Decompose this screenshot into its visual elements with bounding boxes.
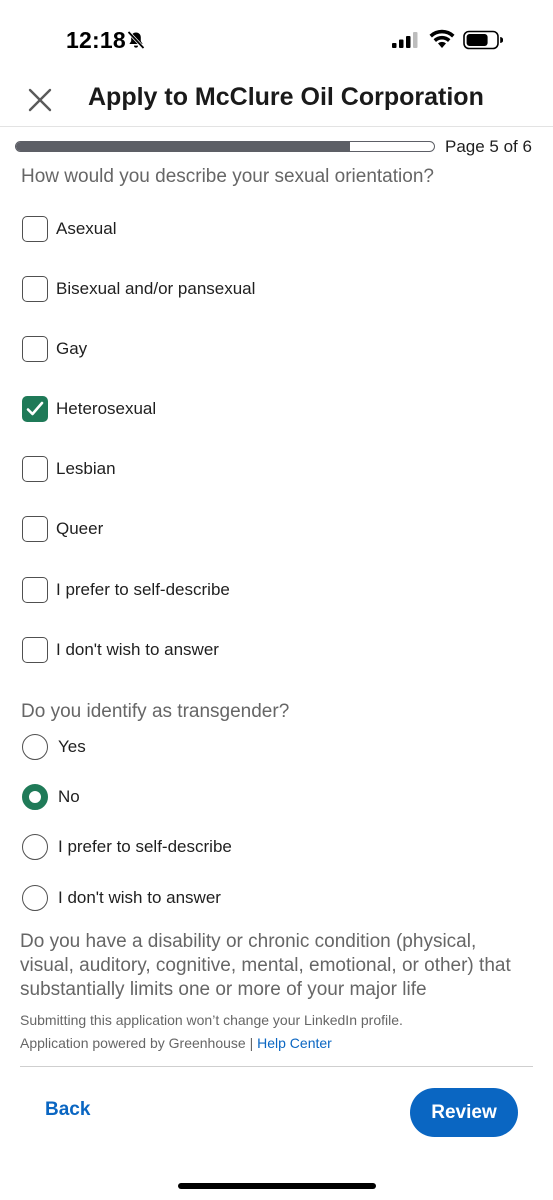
checkbox-option-no-answer[interactable]: I don't wish to answer — [22, 636, 219, 664]
back-button[interactable]: Back — [45, 1099, 90, 1121]
checkbox-checked[interactable] — [22, 396, 48, 422]
checkbox[interactable] — [22, 276, 48, 302]
checkbox-option-self-describe[interactable]: I prefer to self-describe — [22, 576, 230, 604]
checkbox[interactable] — [22, 516, 48, 542]
page-title: Apply to McClure Oil Corporation — [88, 83, 484, 111]
radio-option-yes[interactable]: Yes — [22, 733, 86, 761]
status-time: 12:18 — [66, 27, 126, 53]
bell-muted-icon — [127, 30, 145, 50]
header: Apply to McClure Oil Corporation — [0, 72, 553, 127]
checkbox-option-lesbian[interactable]: Lesbian — [22, 455, 116, 483]
checkbox-label: Gay — [56, 339, 88, 358]
checkbox-label: Queer — [56, 519, 104, 538]
radio-label: No — [58, 787, 80, 806]
powered-by-note: Application powered by Greenhouse | Help… — [20, 1035, 332, 1051]
profile-note: Submitting this application won’t change… — [20, 1012, 403, 1028]
checkmark-icon — [26, 401, 44, 416]
disability-question: Do you have a disability or chronic cond… — [20, 931, 511, 1000]
review-button[interactable]: Review — [410, 1088, 518, 1137]
radio-button[interactable] — [22, 885, 48, 911]
checkbox[interactable] — [22, 577, 48, 603]
home-indicator — [178, 1183, 376, 1189]
radio-label: Yes — [58, 737, 86, 756]
checkbox-label: Lesbian — [56, 459, 116, 478]
checkbox[interactable] — [22, 456, 48, 482]
sexual-orientation-question: How would you describe your sexual orien… — [21, 166, 434, 187]
progress-bar — [15, 141, 435, 152]
transgender-question: Do you identify as transgender? — [21, 701, 290, 722]
radio-button-selected[interactable] — [22, 784, 48, 810]
radio-label: I prefer to self-describe — [58, 837, 232, 856]
battery-icon — [463, 30, 503, 50]
footer-divider — [20, 1066, 533, 1067]
checkbox-option-queer[interactable]: Queer — [22, 515, 103, 543]
checkbox-option-gay[interactable]: Gay — [22, 335, 87, 363]
checkbox-label: I prefer to self-describe — [56, 580, 230, 599]
checkbox-option-heterosexual[interactable]: Heterosexual — [22, 395, 156, 423]
progress-fill — [16, 142, 351, 151]
radio-option-no-answer[interactable]: I don't wish to answer — [22, 884, 221, 912]
checkbox[interactable] — [22, 637, 48, 663]
radio-label: I don't wish to answer — [58, 888, 221, 907]
radio-option-self-describe[interactable]: I prefer to self-describe — [22, 833, 232, 861]
help-center-link[interactable]: Help Center — [257, 1035, 332, 1051]
checkbox-label: Bisexual and/or pansexual — [56, 279, 256, 298]
status-bar: 12:18 — [0, 0, 553, 80]
radio-button[interactable] — [22, 834, 48, 860]
progress-label: Page 5 of 6 — [445, 137, 532, 156]
checkbox-option-asexual[interactable]: Asexual — [22, 215, 116, 243]
powered-by-text: Application powered by Greenhouse | — [20, 1035, 254, 1051]
checkbox-option-bisexual[interactable]: Bisexual and/or pansexual — [22, 275, 255, 303]
checkbox[interactable] — [22, 336, 48, 362]
checkbox-label: I don't wish to answer — [56, 640, 219, 659]
radio-option-no[interactable]: No — [22, 783, 80, 811]
checkbox-label: Heterosexual — [56, 399, 157, 418]
radio-button[interactable] — [22, 734, 48, 760]
checkbox[interactable] — [22, 216, 48, 242]
checkbox-label: Asexual — [56, 219, 117, 238]
cellular-signal-icon — [392, 32, 418, 48]
close-button[interactable] — [24, 84, 56, 116]
close-icon — [28, 88, 52, 112]
wifi-icon — [429, 29, 455, 48]
